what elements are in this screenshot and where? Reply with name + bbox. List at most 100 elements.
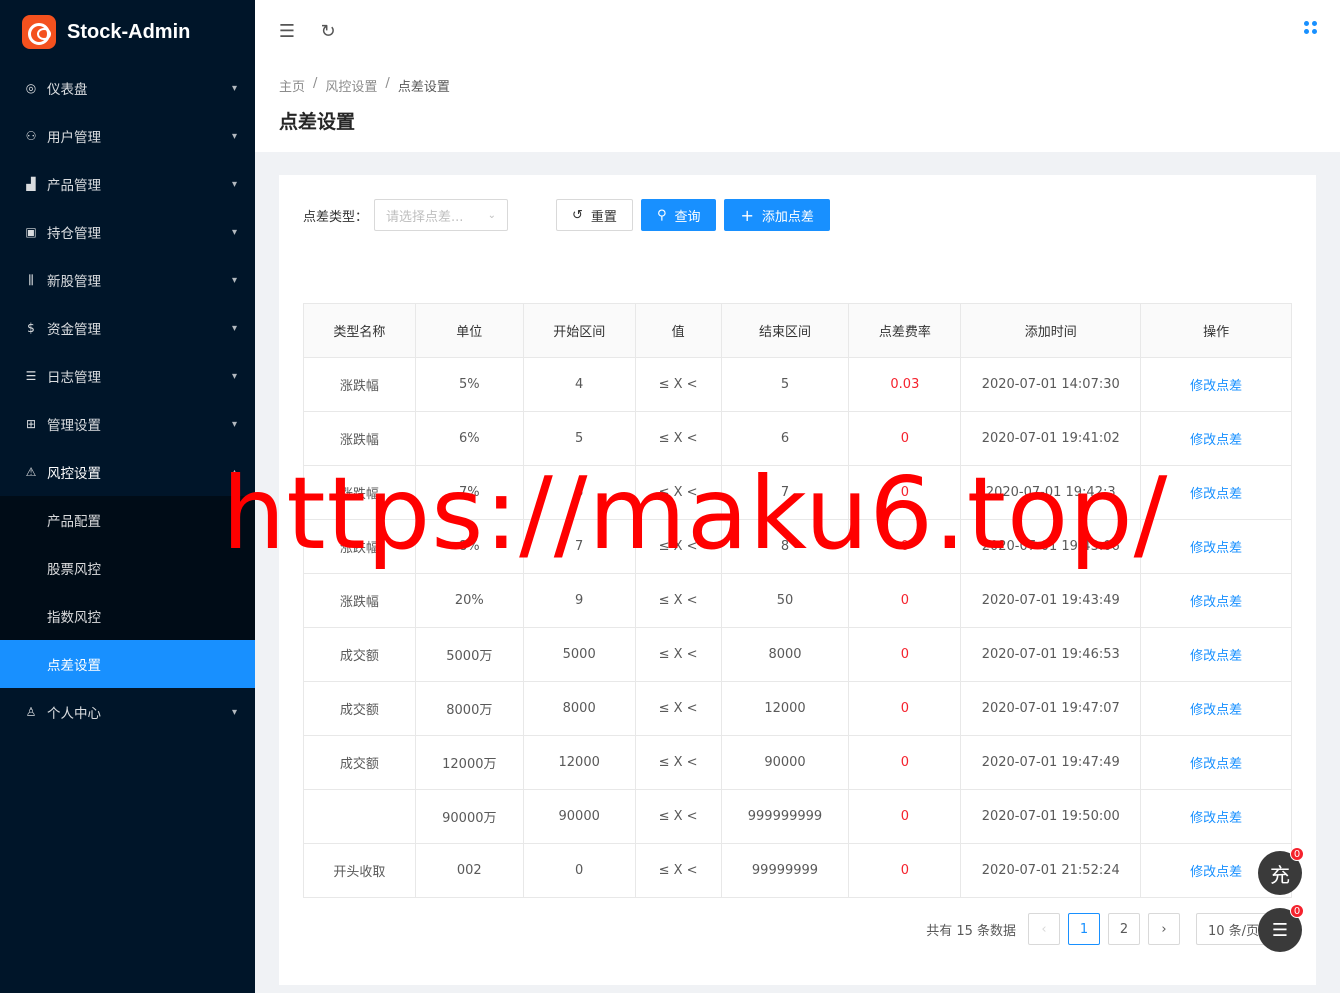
breadcrumb-home[interactable]: 主页: [279, 76, 305, 95]
column-header: 值: [634, 303, 722, 358]
next-page-button[interactable]: ›: [1148, 913, 1180, 945]
menu-fold-icon[interactable]: ☰: [277, 21, 297, 42]
charge-label: 充: [1270, 862, 1290, 887]
table-cell: 修改点差: [1140, 411, 1292, 466]
sidebar-item-label: 指数风控: [47, 610, 101, 626]
user-float-button[interactable]: ☰ 0: [1258, 904, 1304, 952]
refresh-icon[interactable]: ↻: [318, 21, 338, 42]
table-cell: 2020-07-01 19:46:53: [960, 627, 1142, 682]
edit-spread-link[interactable]: 修改点差: [1190, 379, 1242, 394]
sidebar-item-stock-risk[interactable]: 股票风控: [0, 544, 255, 592]
apps-icon[interactable]: [1304, 21, 1320, 37]
edit-spread-link[interactable]: 修改点差: [1190, 703, 1242, 718]
table-cell: 002: [414, 843, 524, 898]
table-row: 涨跌幅 20% 9 ≤ X <50 0 2020-07-01 19:43:49 修改点差: [303, 573, 1292, 628]
edit-spread-link[interactable]: 修改点差: [1190, 649, 1242, 664]
edit-spread-link[interactable]: 修改点差: [1190, 595, 1242, 610]
charge-badge: 0: [1290, 847, 1304, 861]
table-cell: 2020-07-01 19:41:02: [960, 411, 1142, 466]
table-cell: 0: [848, 573, 962, 628]
table-cell: 7%: [414, 465, 524, 520]
sidebar-item-admin-settings[interactable]: ⊞ 管理设置 ▾: [0, 400, 255, 448]
chevron-down-icon: ▾: [231, 82, 237, 94]
table-cell: ≤ X <: [634, 411, 722, 466]
warning-icon: ⚠: [25, 465, 37, 479]
column-header: 操作: [1140, 303, 1292, 358]
table-cell: 0: [848, 411, 962, 466]
sidebar-item-users[interactable]: ⚇ 用户管理 ▾: [0, 112, 255, 160]
column-header: 添加时间: [960, 303, 1142, 358]
edit-spread-link[interactable]: 修改点差: [1190, 811, 1242, 826]
sidebar-item-risk-control[interactable]: ⚠ 风控设置 ▴: [0, 448, 255, 496]
sidebar-item-label: 管理设置: [47, 418, 101, 434]
sidebar-item-index-risk[interactable]: 指数风控: [0, 592, 255, 640]
sidebar-item-new-stocks[interactable]: ⫼ 新股管理 ▾: [0, 256, 255, 304]
edit-spread-link[interactable]: 修改点差: [1190, 865, 1242, 880]
column-header: 类型名称: [303, 303, 416, 358]
table-cell: 2020-07-01 19:47:49: [960, 735, 1142, 790]
table-cell: 12000: [720, 681, 850, 736]
reset-button[interactable]: ↺ 重置: [556, 199, 633, 231]
settings-icon: ⊞: [25, 417, 37, 431]
charge-float-button[interactable]: 充 0: [1258, 847, 1304, 895]
table-cell: 90000: [522, 789, 636, 844]
prev-page-button[interactable]: ‹: [1028, 913, 1060, 945]
content-card: 点差类型： 请选择点差... ⌄ ↺ 重置 ⚲ 查询 + 添加点差 类型名称 单…: [279, 175, 1316, 985]
sidebar-item-label: 持仓管理: [47, 226, 101, 242]
table-cell: 成交额: [303, 735, 416, 790]
add-spread-button[interactable]: + 添加点差: [724, 199, 830, 231]
sidebar-item-positions[interactable]: ▣ 持仓管理 ▾: [0, 208, 255, 256]
table-cell: 6: [720, 411, 850, 466]
table-row: 成交额 12000万 12000 ≤ X <90000 0 2020-07-01 19:4…: [303, 735, 1292, 790]
table-cell: ≤ X <: [634, 789, 722, 844]
sidebar-item-funds[interactable]: $ 资金管理 ▾: [0, 304, 255, 352]
chevron-down-icon: ▾: [231, 706, 237, 718]
spread-type-select[interactable]: 请选择点差... ⌄: [374, 199, 509, 231]
table-cell: 90000万: [414, 789, 524, 844]
sidebar-item-label: 仪表盘: [47, 82, 88, 98]
sidebar-item-profile[interactable]: ♙ 个人中心 ▾: [0, 688, 255, 736]
table-cell: ≤ X <: [634, 519, 722, 574]
top-header: ☰ ↻: [255, 0, 1340, 62]
sidebar-item-dashboard[interactable]: ◎ 仪表盘 ▾: [0, 64, 255, 112]
page-header: 主页 / 风控设置 / 点差设置 点差设置: [255, 62, 1340, 152]
table-header-row: 类型名称 单位 开始区间 值 结束区间 点差费率 添加时间 操作: [303, 303, 1292, 358]
table-cell: 2020-07-01 19:43:06: [960, 519, 1142, 574]
edit-spread-link[interactable]: 修改点差: [1190, 487, 1242, 502]
edit-spread-link[interactable]: 修改点差: [1190, 433, 1242, 448]
edit-spread-link[interactable]: 修改点差: [1190, 541, 1242, 556]
table-cell: 5%: [414, 357, 524, 412]
table-cell: 5000: [522, 627, 636, 682]
edit-spread-link[interactable]: 修改点差: [1190, 757, 1242, 772]
logo[interactable]: Stock-Admin: [0, 0, 255, 64]
breadcrumb-separator: /: [385, 76, 390, 91]
chevron-down-icon: ▾: [231, 226, 237, 238]
sidebar-item-products[interactable]: ▟ 产品管理 ▾: [0, 160, 255, 208]
sidebar-item-logs[interactable]: ☰ 日志管理 ▾: [0, 352, 255, 400]
query-button[interactable]: ⚲ 查询: [640, 199, 717, 231]
table-cell: 50: [720, 573, 850, 628]
table-cell: 8000: [720, 627, 850, 682]
table-cell: 12000万: [414, 735, 524, 790]
table-cell: 20%: [414, 573, 524, 628]
sidebar-item-product-config[interactable]: 产品配置: [0, 496, 255, 544]
sidebar-item-label: 股票风控: [47, 562, 101, 578]
table-cell: 0.03: [848, 357, 962, 412]
table-cell: 涨跌幅: [303, 357, 416, 412]
table-cell: 0: [848, 681, 962, 736]
table-cell: 成交额: [303, 681, 416, 736]
app-name: Stock-Admin: [67, 20, 191, 43]
page-button[interactable]: 2: [1108, 913, 1140, 945]
sidebar-item-spread-settings[interactable]: 点差设置: [0, 640, 255, 688]
chevron-down-icon: ▾: [231, 370, 237, 382]
breadcrumb-separator: /: [313, 76, 318, 91]
table-cell: 9: [522, 573, 636, 628]
table-cell: ≤ X <: [634, 627, 722, 682]
table-cell: 2020-07-01 14:07:30: [960, 357, 1142, 412]
sidebar-item-label: 产品配置: [47, 514, 101, 530]
page-button[interactable]: 1: [1068, 913, 1100, 945]
column-header: 结束区间: [720, 303, 850, 358]
table-cell: 2020-07-01 19:43:49: [960, 573, 1142, 628]
table-cell: 涨跌幅: [303, 411, 416, 466]
breadcrumb-risk[interactable]: 风控设置: [325, 76, 377, 95]
